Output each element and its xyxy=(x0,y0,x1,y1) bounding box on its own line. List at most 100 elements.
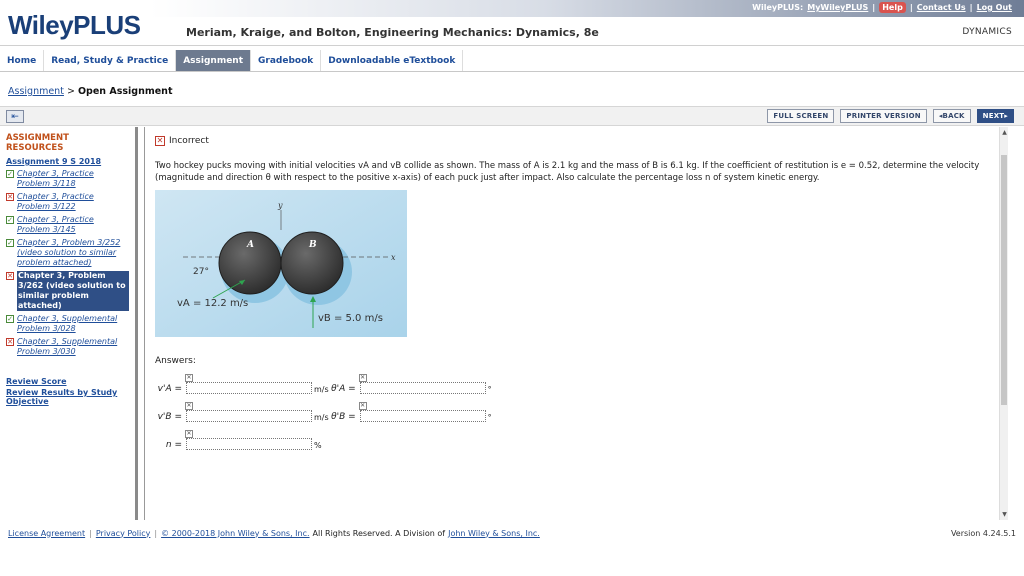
answer-status: ✕ Incorrect xyxy=(155,136,998,146)
theta-a-unit: ° xyxy=(487,385,492,394)
log-out-link[interactable]: Log Out xyxy=(977,3,1012,12)
incorrect-x-icon: ✕ xyxy=(6,338,14,346)
theta-a-input[interactable] xyxy=(359,382,486,394)
review-score-link[interactable]: Review Score xyxy=(6,377,129,386)
tab-home[interactable]: Home xyxy=(0,50,45,71)
breadcrumb-separator: > xyxy=(66,86,75,97)
course-name: DYNAMICS xyxy=(962,27,1012,37)
sidebar-problem-label[interactable]: Chapter 3, Problem 3/262 (video solution… xyxy=(17,271,129,311)
problem-list: ✓ Chapter 3, Practice Problem 3/118 ✕ Chapt… xyxy=(6,169,129,357)
tab-read-study-practice[interactable]: Read, Study & Practice xyxy=(44,50,177,71)
va-prime-input[interactable] xyxy=(186,382,312,394)
sidebar-problem-item[interactable]: ✕ Chapter 3, Problem 3/262 (video solutio… xyxy=(6,271,129,311)
status-text: Incorrect xyxy=(169,136,209,146)
collapse-arrow-icon: ⇤ xyxy=(11,111,19,122)
va-prime-label: v'A = xyxy=(157,384,182,394)
feedback-x-icon: ✕ xyxy=(185,402,193,410)
sidebar-problem-label[interactable]: Chapter 3, Practice Problem 3/118 xyxy=(17,169,129,189)
company-link[interactable]: John Wiley & Sons, Inc. xyxy=(448,529,540,538)
va-label: vA = 12.2 m/s xyxy=(177,298,248,309)
answer-row-n: n = ✕ % xyxy=(155,428,998,450)
feedback-x-icon: ✕ xyxy=(185,430,193,438)
incorrect-x-icon: ✕ xyxy=(6,193,14,201)
question-panel: ✕ Incorrect Two hockey pucks moving with… xyxy=(144,127,1008,520)
feedback-x-icon: ✕ xyxy=(185,374,193,382)
breadcrumb-current: Open Assignment xyxy=(77,86,173,97)
sidebar-problem-label[interactable]: Chapter 3, Supplemental Problem 3/030 xyxy=(17,337,129,357)
vb-label: vB = 5.0 m/s xyxy=(318,313,383,324)
license-agreement-link[interactable]: License Agreement xyxy=(8,529,85,538)
theta-a-label: θ'A = xyxy=(331,384,356,394)
main-nav: Home Read, Study & Practice Assignment G… xyxy=(0,50,1024,72)
my-wileyplus-link[interactable]: MyWileyPLUS xyxy=(807,3,868,12)
tab-downloadable-etextbook[interactable]: Downloadable eTextbook xyxy=(321,50,464,71)
sidebar-problem-item[interactable]: ✕ Chapter 3, Practice Problem 3/122 xyxy=(6,192,129,212)
review-results-link[interactable]: Review Results by Study Objective xyxy=(6,388,129,406)
puck-b-label: B xyxy=(308,240,317,250)
assignment-toolbar: ⇤ FULL SCREEN PRINTER VERSION ◂BACK NEXT… xyxy=(0,106,1024,126)
vb-prime-label: v'B = xyxy=(157,412,182,422)
privacy-policy-link[interactable]: Privacy Policy xyxy=(96,529,151,538)
tab-gradebook[interactable]: Gradebook xyxy=(251,50,322,71)
sidebar-problem-label[interactable]: Chapter 3, Supplemental Problem 3/028 xyxy=(17,314,129,334)
back-button[interactable]: ◂BACK xyxy=(932,109,971,123)
x-axis-label: x xyxy=(391,253,396,262)
sidebar-heading: ASSIGNMENT RESOURCES xyxy=(6,133,69,153)
correct-check-icon: ✓ xyxy=(6,239,14,247)
vb-prime-input[interactable] xyxy=(186,410,312,422)
answer-row-vb: v'B = ✕ m/s θ'B = ✕ ° xyxy=(155,400,998,422)
sidebar-problem-label[interactable]: Chapter 3, Practice Problem 3/145 xyxy=(17,215,129,235)
scroll-down-icon[interactable]: ▼ xyxy=(1000,511,1008,518)
help-button[interactable]: Help xyxy=(879,2,906,13)
correct-check-icon: ✓ xyxy=(6,216,14,224)
theta-b-unit: ° xyxy=(487,413,492,422)
tab-assignment[interactable]: Assignment xyxy=(176,50,252,71)
problem-statement: Two hockey pucks moving with initial vel… xyxy=(155,161,980,183)
contact-us-link[interactable]: Contact Us xyxy=(917,3,966,12)
incorrect-x-icon: ✕ xyxy=(6,272,14,280)
wileyplus-logo[interactable]: WileyPLUS xyxy=(8,10,141,41)
printer-version-button[interactable]: PRINTER VERSION xyxy=(840,109,927,123)
puck-a-label: A xyxy=(246,240,254,250)
sidebar-problem-item[interactable]: ✓ Chapter 3, Problem 3/252 (video solutio… xyxy=(6,238,129,268)
n-input[interactable] xyxy=(186,438,312,450)
sidebar-problem-item[interactable]: ✓ Chapter 3, Supplemental Problem 3/028 xyxy=(6,314,129,334)
feedback-x-icon: ✕ xyxy=(358,402,367,410)
assignment-link[interactable]: Assignment 9 S 2018 xyxy=(6,157,129,166)
scroll-up-icon[interactable]: ▲ xyxy=(1000,129,1008,136)
answer-row-va: v'A = ✕ m/s θ'A = ✕ ° xyxy=(155,372,998,394)
theta-b-input[interactable] xyxy=(359,410,486,422)
version-text: Version 4.24.5.1 xyxy=(950,528,1016,538)
vb-prime-unit: m/s xyxy=(314,413,329,422)
breadcrumb: Assignment > Open Assignment xyxy=(8,86,173,97)
sidebar-problem-label[interactable]: Chapter 3, Practice Problem 3/122 xyxy=(17,192,129,212)
top-utility-nav: WileyPLUS: MyWileyPLUS | Help | Contact … xyxy=(752,2,1012,13)
full-screen-button[interactable]: FULL SCREEN xyxy=(767,109,835,123)
book-title: Meriam, Kraige, and Bolton, Engineering … xyxy=(186,26,599,39)
correct-check-icon: ✓ xyxy=(6,170,14,178)
content-scrollbar[interactable]: ▲ ▼ xyxy=(999,127,1008,520)
incorrect-x-icon: ✕ xyxy=(155,136,165,146)
collapse-sidebar-button[interactable]: ⇤ xyxy=(6,110,24,123)
correct-check-icon: ✓ xyxy=(6,315,14,323)
scrollbar-thumb[interactable] xyxy=(1001,155,1007,405)
header: WileyPLUS Meriam, Kraige, and Bolton, En… xyxy=(0,0,1024,46)
angle-label: 27° xyxy=(193,267,209,277)
copyright-link[interactable]: © 2000-2018 John Wiley & Sons, Inc. xyxy=(161,529,309,538)
sidebar-problem-item[interactable]: ✕ Chapter 3, Supplemental Problem 3/030 xyxy=(6,337,129,357)
feedback-x-icon: ✕ xyxy=(358,374,367,382)
top-label: WileyPLUS: xyxy=(752,3,804,12)
assignment-resources-sidebar: ASSIGNMENT RESOURCES Assignment 9 S 2018… xyxy=(0,127,138,520)
sidebar-problem-item[interactable]: ✓ Chapter 3, Practice Problem 3/118 xyxy=(6,169,129,189)
sidebar-problem-label[interactable]: Chapter 3, Problem 3/252 (video solution… xyxy=(17,238,129,268)
breadcrumb-assignment-link[interactable]: Assignment xyxy=(8,86,64,97)
va-prime-unit: m/s xyxy=(314,385,329,394)
n-unit: % xyxy=(314,441,322,450)
sidebar-problem-item[interactable]: ✓ Chapter 3, Practice Problem 3/145 xyxy=(6,215,129,235)
footer: License Agreement | Privacy Policy | © 2… xyxy=(8,528,1016,538)
theta-b-label: θ'B = xyxy=(331,412,356,422)
answers-label: Answers: xyxy=(155,356,196,366)
rights-text: All Rights Reserved. A Division of xyxy=(312,528,446,538)
next-button[interactable]: NEXT▸ xyxy=(976,109,1014,123)
y-axis-label: y xyxy=(277,201,283,210)
